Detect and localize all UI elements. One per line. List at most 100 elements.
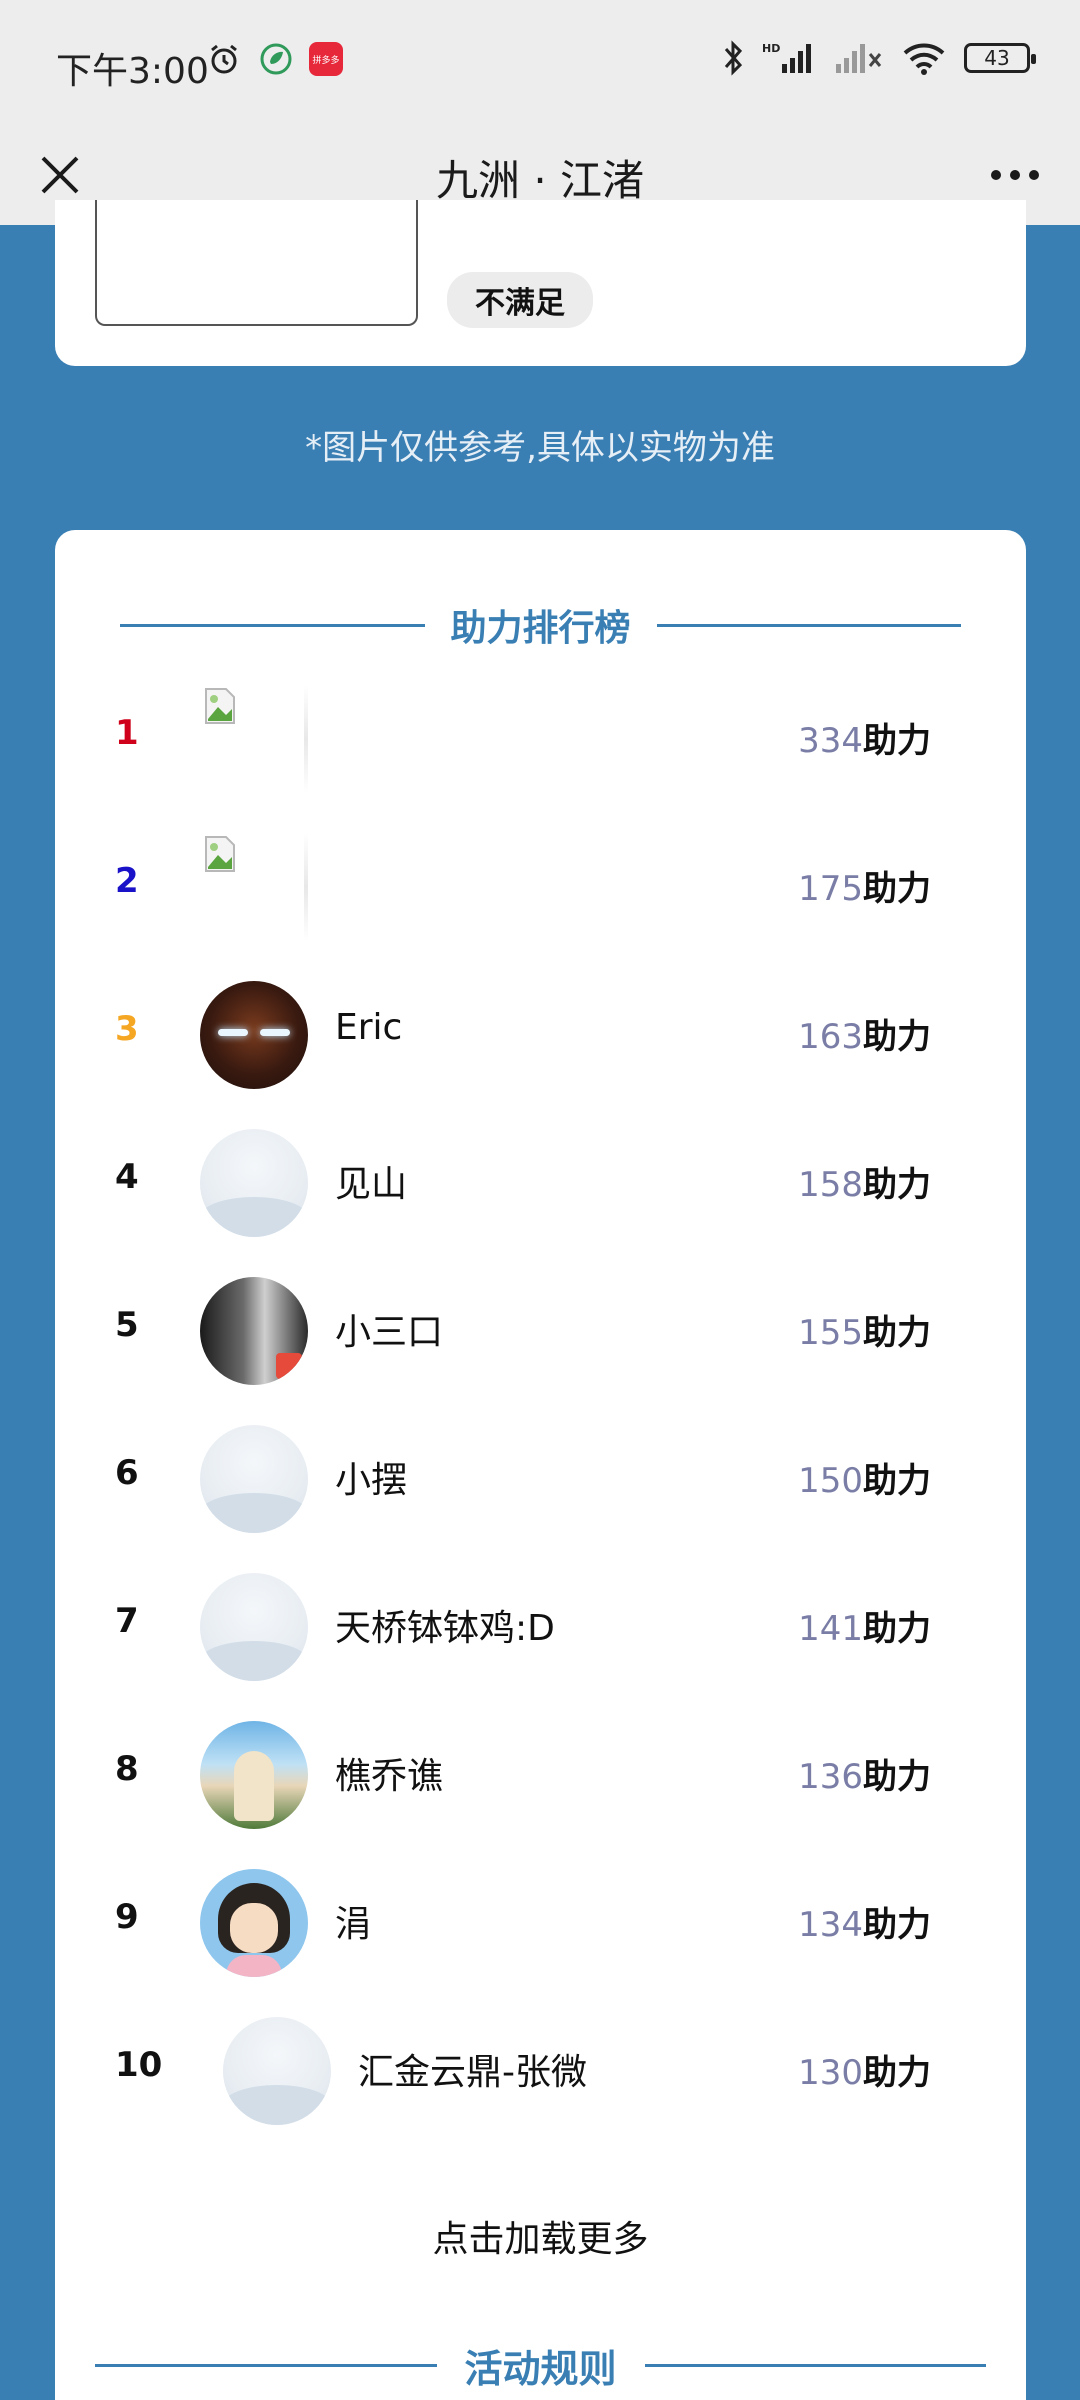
status-right-icons: HD 43 xyxy=(722,40,1036,76)
score-value: 134 xyxy=(798,1905,863,1945)
score: 163助力 xyxy=(798,1009,931,1058)
avatar-default xyxy=(200,1129,308,1237)
rank-number: 8 xyxy=(115,1749,139,1789)
score-value: 130 xyxy=(798,2053,863,2093)
avatar xyxy=(200,1721,308,1829)
broken-image-icon xyxy=(205,836,235,872)
avatar-face xyxy=(230,1903,278,1953)
avatar-default xyxy=(200,1573,308,1681)
ranking-row: 6 小摆 150助力 xyxy=(55,1405,1026,1553)
ranking-row: 7 天桥钵钵鸡:D 141助力 xyxy=(55,1553,1026,1701)
signal-off-icon xyxy=(836,44,882,73)
avatar xyxy=(200,981,308,1089)
product-card: 不满足 xyxy=(55,200,1026,366)
score-value: 136 xyxy=(798,1757,863,1797)
score-value: 141 xyxy=(798,1609,863,1649)
more-menu-button[interactable] xyxy=(980,145,1050,205)
score-unit: 助力 xyxy=(863,1905,931,1945)
battery-icon: 43 xyxy=(964,43,1036,73)
score: 130助力 xyxy=(798,2045,931,2094)
user-name: 小摆 xyxy=(335,1460,408,1501)
user-name: 天桥钵钵鸡:D xyxy=(335,1608,555,1649)
avatar-hill xyxy=(200,1493,308,1533)
rank-number: 9 xyxy=(115,1897,139,1937)
wifi-icon xyxy=(903,43,945,75)
avatar-edge xyxy=(304,685,308,793)
ranking-row: 4 见山 158助力 xyxy=(55,1109,1026,1257)
rank-number: 7 xyxy=(115,1601,139,1641)
bluetooth-icon xyxy=(724,40,743,76)
score-unit: 助力 xyxy=(863,869,931,909)
product-image-placeholder xyxy=(95,200,418,326)
avatar-default xyxy=(223,2017,331,2125)
avatar-default xyxy=(200,1425,308,1533)
broken-image-icon xyxy=(205,688,235,724)
ranking-row: 9 涓 134助力 xyxy=(55,1849,1026,1997)
status-pill: 不满足 xyxy=(447,272,593,328)
status-bar: 下午3:00 拼多多 HD 43 xyxy=(0,0,1080,125)
load-more-button[interactable]: 点击加载更多 xyxy=(55,2210,1026,2262)
avatar-hill xyxy=(223,2085,331,2125)
rank-number: 2 xyxy=(115,861,139,901)
ranking-row: 1 334助力 xyxy=(55,665,1026,813)
rank-number: 3 xyxy=(115,1009,139,1049)
leaf-app-icon xyxy=(257,40,295,78)
ranking-row: 3 Eric 163助力 xyxy=(55,961,1026,1109)
avatar xyxy=(200,1277,308,1385)
rank-number: 10 xyxy=(115,2045,163,2085)
score-unit: 助力 xyxy=(863,1313,931,1353)
score-value: 158 xyxy=(798,1165,863,1205)
score-value: 175 xyxy=(798,869,863,909)
status-left-icons: 拼多多 xyxy=(205,40,343,78)
avatar-body xyxy=(226,1955,282,1977)
rank-number: 5 xyxy=(115,1305,139,1345)
avatar-hill xyxy=(200,1641,308,1681)
rules-title: 活动规则 xyxy=(464,2346,617,2391)
score: 175助力 xyxy=(798,861,931,910)
score: 136助力 xyxy=(798,1749,931,1798)
divider xyxy=(120,623,425,627)
score-unit: 助力 xyxy=(863,1757,931,1797)
more-dot-icon xyxy=(1010,170,1020,180)
alarm-icon xyxy=(205,40,243,78)
score-unit: 助力 xyxy=(863,1017,931,1057)
rules-header: 活动规则 xyxy=(95,2340,987,2391)
avatar-broken-image xyxy=(200,685,308,793)
status-time: 下午3:00 xyxy=(56,51,209,92)
score-value: 334 xyxy=(798,721,863,761)
rank-number: 4 xyxy=(115,1157,139,1197)
user-name: Eric xyxy=(335,1007,403,1048)
user-name: 小三口 xyxy=(335,1312,444,1353)
user-name: 见山 xyxy=(335,1164,408,1205)
user-name: 樵乔谯 xyxy=(335,1756,444,1797)
avatar-hill xyxy=(200,1197,308,1237)
score-unit: 助力 xyxy=(863,1461,931,1501)
divider xyxy=(656,623,962,627)
score: 334助力 xyxy=(798,713,931,762)
svg-text:HD: HD xyxy=(762,42,780,55)
page-title: 九洲 · 江渚 xyxy=(435,156,645,205)
more-dot-icon xyxy=(1029,170,1039,180)
rank-number: 1 xyxy=(115,713,139,753)
score-unit: 助力 xyxy=(863,1609,931,1649)
ranking-row: 10 汇金云鼎-张微 130助力 xyxy=(55,1997,1026,2145)
avatar-badge xyxy=(276,1353,302,1379)
avatar-eye xyxy=(260,1029,290,1036)
score: 158助力 xyxy=(798,1157,931,1206)
more-dot-icon xyxy=(991,170,1001,180)
image-disclaimer: *图片仅供参考,具体以实物为准 xyxy=(305,428,775,468)
avatar-broken-image xyxy=(200,833,308,941)
score: 150助力 xyxy=(798,1453,931,1502)
divider xyxy=(644,2363,987,2367)
score-unit: 助力 xyxy=(863,721,931,761)
score-value: 155 xyxy=(798,1313,863,1353)
avatar xyxy=(200,1869,308,1977)
avatar-eye xyxy=(218,1029,248,1036)
ranking-row: 2 175助力 xyxy=(55,813,1026,961)
user-name: 汇金云鼎-张微 xyxy=(358,2052,587,2093)
score: 141助力 xyxy=(798,1601,931,1650)
ranking-header: 助力排行榜 xyxy=(120,600,962,650)
ranking-row: 8 樵乔谯 136助力 xyxy=(55,1701,1026,1849)
shopping-app-icon: 拼多多 xyxy=(309,42,343,76)
rank-number: 6 xyxy=(115,1453,139,1493)
